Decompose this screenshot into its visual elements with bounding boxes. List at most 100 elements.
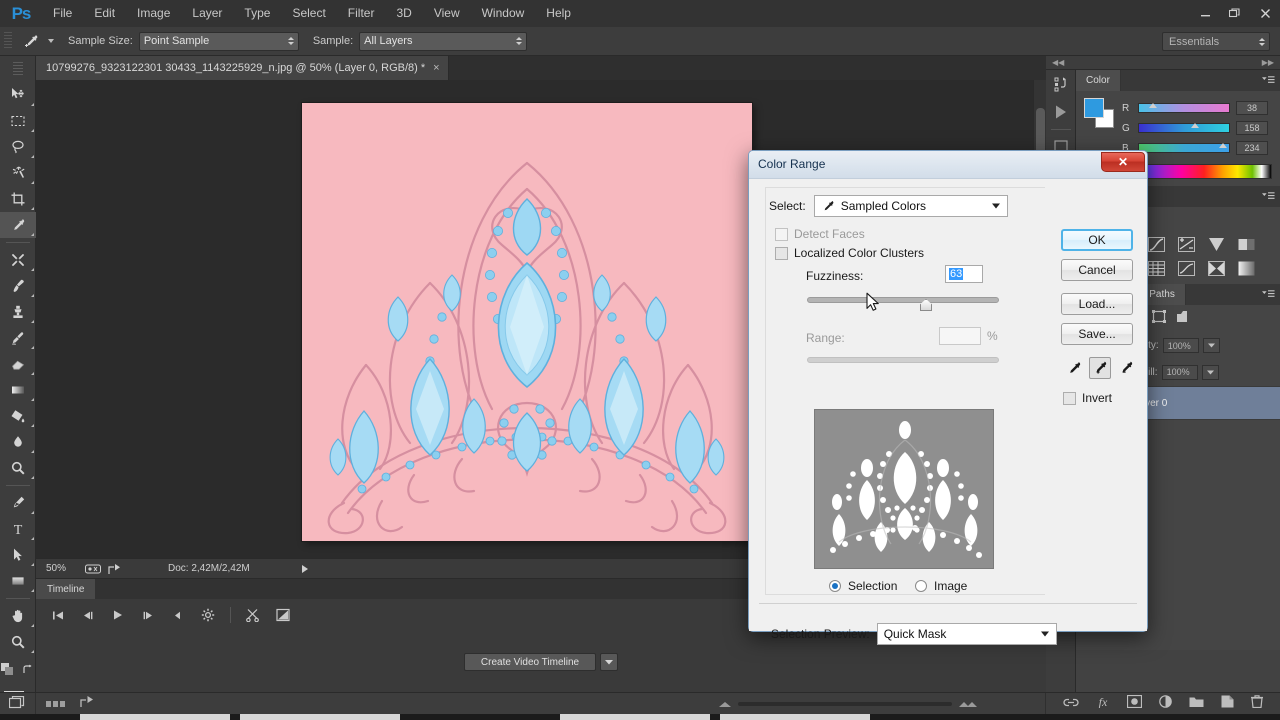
selection-preview-thumbnail[interactable] <box>814 409 994 569</box>
sample-spinner-icon[interactable] <box>516 37 523 45</box>
dialog-title-bar[interactable]: Color Range ✕ <box>749 151 1147 179</box>
crop-tool[interactable] <box>0 186 36 212</box>
path-selection-icon[interactable] <box>1152 310 1166 328</box>
eyedropper-subtract-icon[interactable] <box>1115 357 1137 379</box>
channel-mixer-icon[interactable] <box>1176 259 1196 277</box>
load-path-icon[interactable] <box>1175 310 1188 328</box>
detect-faces-row[interactable]: Detect Faces <box>775 227 865 241</box>
share-icon[interactable] <box>80 695 95 713</box>
history-brush-tool[interactable] <box>0 325 36 351</box>
zoom-level[interactable]: 50% <box>36 563 82 574</box>
localized-color-clusters-row[interactable]: Localized Color Clusters <box>775 246 924 260</box>
transition-icon[interactable] <box>269 602 297 628</box>
range-slider[interactable] <box>807 357 999 363</box>
share-icon[interactable] <box>104 563 126 575</box>
selection-preview-combo[interactable]: Quick Mask <box>876 623 1057 645</box>
menu-3d[interactable]: 3D <box>385 0 422 27</box>
cancel-button[interactable]: Cancel <box>1061 259 1133 281</box>
eyedropper-icon[interactable] <box>19 30 43 52</box>
hue-saturation-icon[interactable] <box>1236 235 1256 253</box>
dodge-tool[interactable] <box>0 455 36 481</box>
eyedropper-icon[interactable] <box>1063 357 1085 379</box>
taskbar-window[interactable] <box>240 714 400 720</box>
default-colors-icon[interactable] <box>1 663 14 681</box>
localized-color-clusters-checkbox[interactable] <box>775 246 788 260</box>
opacity-chevron-down-icon[interactable] <box>1202 338 1220 353</box>
path-selection-tool[interactable] <box>0 542 36 568</box>
clone-stamp-tool[interactable] <box>0 299 36 325</box>
menu-edit[interactable]: Edit <box>83 0 126 27</box>
workspace-select[interactable]: Essentials <box>1162 32 1270 51</box>
gradient-tool[interactable] <box>0 377 36 403</box>
close-icon[interactable]: ✕ <box>1101 152 1145 172</box>
taskbar-window[interactable] <box>720 714 870 720</box>
fuzziness-input[interactable]: 63 <box>945 265 983 283</box>
sample-size-select[interactable]: Point Sample <box>138 31 299 51</box>
zoom-out-icon[interactable] <box>718 695 732 713</box>
menu-layer[interactable]: Layer <box>181 0 233 27</box>
image-canvas[interactable] <box>302 103 752 541</box>
menu-view[interactable]: View <box>423 0 471 27</box>
quick-selection-tool[interactable] <box>0 160 36 186</box>
close-icon[interactable] <box>1250 0 1280 27</box>
tool-preset-chevron-down-icon[interactable] <box>48 39 54 43</box>
selection-radio-row[interactable]: Selection <box>829 579 897 593</box>
move-tool[interactable] <box>0 82 36 108</box>
status-menu-arrow-icon[interactable] <box>301 564 308 573</box>
sample-size-spinner-icon[interactable] <box>287 37 294 45</box>
eyedropper-add-icon[interactable] <box>1089 357 1111 379</box>
gear-icon[interactable] <box>194 602 222 628</box>
history-panel-icon[interactable] <box>1046 70 1076 98</box>
new-layer-icon[interactable] <box>1221 695 1234 713</box>
color-range-dialog[interactable]: Color Range ✕ Select: Sampled Colors Det… <box>748 150 1148 645</box>
selective-color-icon[interactable] <box>1236 259 1256 277</box>
fuzziness-slider[interactable] <box>807 297 999 311</box>
channel-value-r[interactable]: 38 <box>1236 101 1268 115</box>
taskbar-window[interactable] <box>80 714 230 720</box>
options-bar-grip[interactable] <box>4 32 12 50</box>
adjustment-layer-icon[interactable] <box>1159 695 1172 713</box>
swap-colors-icon[interactable] <box>22 663 34 681</box>
tools-panel-grip[interactable] <box>12 62 23 76</box>
create-video-timeline-button[interactable]: Create Video Timeline <box>463 653 597 671</box>
red-slider[interactable] <box>1138 103 1230 113</box>
menu-image[interactable]: Image <box>126 0 181 27</box>
select-combo[interactable]: Sampled Colors <box>813 195 1008 217</box>
new-group-icon[interactable] <box>1189 695 1204 713</box>
eyedropper-tool[interactable] <box>0 212 36 238</box>
foreground-color-swatch[interactable] <box>1084 98 1104 118</box>
fuzziness-slider-track[interactable] <box>807 297 999 303</box>
lasso-tool[interactable] <box>0 134 36 160</box>
collapse-left-icon[interactable]: ◀◀ <box>1052 58 1064 67</box>
exposure-icon[interactable] <box>1176 235 1196 253</box>
sample-select[interactable]: All Layers <box>359 31 528 51</box>
image-radio-row[interactable]: Image <box>915 579 967 593</box>
menu-select[interactable]: Select <box>281 0 336 27</box>
next-frame-button[interactable] <box>134 602 162 628</box>
eraser-tool[interactable] <box>0 351 36 377</box>
bottom-zoom-slider[interactable] <box>718 699 978 709</box>
range-slider-track[interactable] <box>807 357 999 363</box>
delete-layer-icon[interactable] <box>1251 695 1263 713</box>
menu-file[interactable]: File <box>42 0 83 27</box>
restore-icon[interactable] <box>1220 0 1250 27</box>
collapse-right-icon[interactable]: ▶▶ <box>1262 58 1274 67</box>
layer-mask-icon[interactable] <box>1126 694 1143 713</box>
detect-faces-checkbox[interactable] <box>775 227 788 241</box>
pen-tool[interactable] <box>0 490 36 516</box>
load-button[interactable]: Load... <box>1061 293 1133 315</box>
zoom-in-icon[interactable] <box>958 695 978 713</box>
gradient-map-icon[interactable] <box>1206 259 1226 277</box>
blue-slider[interactable] <box>1138 143 1230 153</box>
brush-tool[interactable] <box>0 273 36 299</box>
workspace-spinner-icon[interactable] <box>1259 37 1265 46</box>
save-button[interactable]: Save... <box>1061 323 1133 345</box>
audio-off-button[interactable] <box>164 602 192 628</box>
zoom-slider-track[interactable] <box>738 702 952 706</box>
arrange-documents-icon[interactable] <box>0 692 36 715</box>
image-radio[interactable] <box>915 580 927 592</box>
curves-icon[interactable] <box>1146 235 1166 253</box>
chevron-down-icon[interactable] <box>1040 631 1049 637</box>
taskbar-window[interactable] <box>560 714 710 720</box>
split-clip-icon[interactable] <box>239 602 267 628</box>
